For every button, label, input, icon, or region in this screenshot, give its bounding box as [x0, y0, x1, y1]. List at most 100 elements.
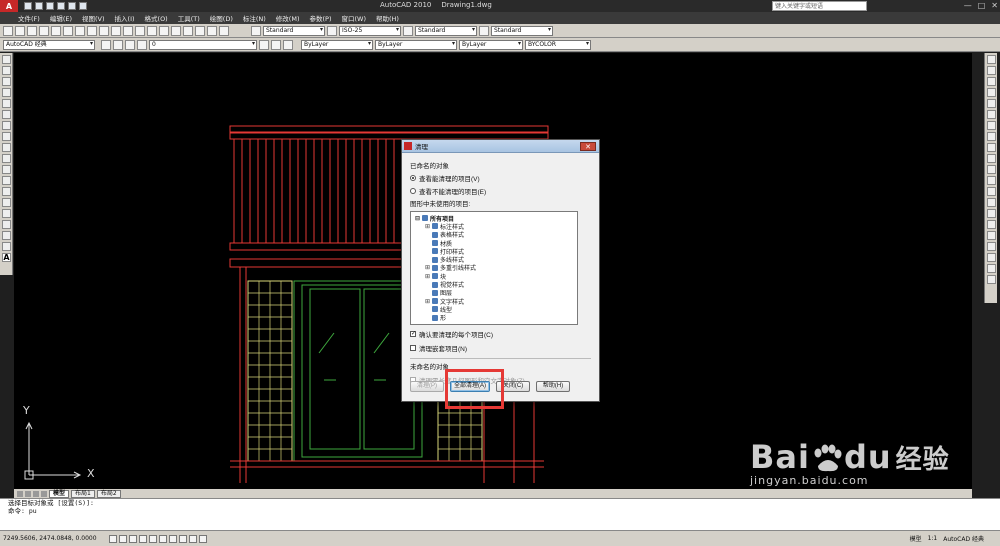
- circle-icon[interactable]: [2, 121, 11, 130]
- table-style-select[interactable]: Standard: [415, 25, 477, 36]
- table-icon[interactable]: [2, 242, 11, 251]
- draw-order-icon[interactable]: [987, 242, 996, 251]
- expander-icon[interactable]: ⊞: [425, 223, 430, 230]
- radio-can-purge[interactable]: 查看能清理的项目(V): [410, 173, 591, 183]
- print-icon[interactable]: [39, 25, 49, 36]
- open-file-icon[interactable]: [35, 2, 43, 10]
- design-center-icon[interactable]: [195, 25, 205, 36]
- plot-icon[interactable]: [79, 2, 87, 10]
- model-space-label[interactable]: 模型: [910, 534, 922, 543]
- save-icon[interactable]: [46, 2, 54, 10]
- layer-state-icon[interactable]: [283, 39, 293, 50]
- mirror-icon[interactable]: [987, 77, 996, 86]
- chamfer-icon[interactable]: [987, 209, 996, 218]
- lineweight-select[interactable]: ByLayer: [459, 39, 523, 50]
- open-icon[interactable]: [15, 25, 25, 36]
- undo-icon[interactable]: [57, 2, 65, 10]
- make-current-layer-icon[interactable]: [259, 39, 269, 50]
- dialog-close-button[interactable]: ✕: [580, 142, 596, 151]
- menu-parametric[interactable]: 参数(P): [309, 13, 331, 23]
- extend-icon[interactable]: [987, 165, 996, 174]
- trim-icon[interactable]: [987, 154, 996, 163]
- scale-icon[interactable]: [987, 132, 996, 141]
- new-file-icon[interactable]: [24, 2, 32, 10]
- ellipse-arc-icon[interactable]: [2, 165, 11, 174]
- insert-block-icon[interactable]: [2, 176, 11, 185]
- revision-cloud-icon[interactable]: [2, 132, 11, 141]
- layer-previous-icon[interactable]: [271, 39, 281, 50]
- otrack-icon[interactable]: [158, 534, 167, 543]
- command-line[interactable]: 选择目标对象或 [设置(S)]: 命令: pu: [0, 498, 1000, 530]
- new-icon[interactable]: [3, 25, 13, 36]
- tab-next-icon[interactable]: [33, 490, 39, 497]
- layer-select[interactable]: 0: [149, 39, 257, 50]
- undo-icon[interactable]: [111, 25, 121, 36]
- sun-icon[interactable]: [125, 39, 135, 50]
- expander-icon[interactable]: ⊞: [425, 298, 430, 305]
- quick-properties-icon[interactable]: [198, 534, 207, 543]
- explode-icon[interactable]: [987, 231, 996, 240]
- checkbox[interactable]: [410, 345, 416, 351]
- checkbox-purge-nested[interactable]: 清理嵌套项目(N): [410, 343, 591, 353]
- ellipse-icon[interactable]: [2, 154, 11, 163]
- fillet-icon[interactable]: [987, 220, 996, 229]
- hatch-icon[interactable]: [2, 209, 11, 218]
- tab-last-icon[interactable]: [41, 490, 47, 497]
- gradient-icon[interactable]: [2, 220, 11, 229]
- lightbulb-icon[interactable]: [113, 39, 123, 50]
- expander-icon[interactable]: ⊞: [425, 264, 430, 271]
- radio-cannot-purge[interactable]: 查看不能清理的项目(E): [410, 186, 591, 196]
- pan-icon[interactable]: [135, 25, 145, 36]
- tab-model[interactable]: 模型: [49, 489, 70, 498]
- help-button[interactable]: 帮助(H): [536, 381, 570, 392]
- lineweight-icon[interactable]: [188, 534, 197, 543]
- menu-insert[interactable]: 插入(I): [115, 13, 135, 23]
- search-input[interactable]: 键入关键字或短语: [772, 1, 867, 11]
- draw-order-front-icon[interactable]: [987, 253, 996, 262]
- line-icon[interactable]: [2, 55, 11, 64]
- tab-prev-icon[interactable]: [25, 490, 31, 497]
- make-block-icon[interactable]: [2, 187, 11, 196]
- rectangle-icon[interactable]: [2, 99, 11, 108]
- menu-format[interactable]: 格式(O): [145, 13, 168, 23]
- zoom-realtime-icon[interactable]: [147, 25, 157, 36]
- draw-order-back-icon[interactable]: [987, 264, 996, 273]
- mleader-style-select[interactable]: Standard: [491, 25, 553, 36]
- menu-modify[interactable]: 修改(M): [276, 13, 300, 23]
- redo-icon[interactable]: [68, 2, 76, 10]
- ortho-icon[interactable]: [128, 534, 137, 543]
- join-icon[interactable]: [987, 198, 996, 207]
- text-style-select[interactable]: Standard: [263, 25, 325, 36]
- properties-icon[interactable]: [183, 25, 193, 36]
- construction-line-icon[interactable]: [2, 66, 11, 75]
- region-icon[interactable]: [2, 231, 11, 240]
- menu-help[interactable]: 帮助(H): [376, 13, 399, 23]
- snap-icon[interactable]: [108, 534, 117, 543]
- break-at-point-icon[interactable]: [987, 176, 996, 185]
- cut-icon[interactable]: [63, 25, 73, 36]
- tool-palettes-icon[interactable]: [207, 25, 217, 36]
- grid-icon[interactable]: [118, 534, 127, 543]
- workspace-select[interactable]: AutoCAD 经典: [3, 39, 95, 50]
- polar-icon[interactable]: [138, 534, 147, 543]
- copy-icon[interactable]: [75, 25, 85, 36]
- close-window-button[interactable]: ✕: [991, 1, 998, 10]
- color-select[interactable]: ByLayer: [301, 39, 373, 50]
- tab-layout2[interactable]: 布局2: [96, 489, 121, 498]
- maximize-button[interactable]: □: [978, 1, 986, 10]
- polyline-icon[interactable]: [2, 77, 11, 86]
- menu-tools[interactable]: 工具(T): [178, 13, 200, 23]
- draw-order-above-icon[interactable]: [987, 275, 996, 284]
- menu-view[interactable]: 视图(V): [82, 13, 105, 23]
- workspace-switch[interactable]: AutoCAD 经典: [943, 534, 984, 543]
- plotstyle-select[interactable]: BYCOLOR: [525, 39, 591, 50]
- annotation-scale[interactable]: 1:1: [928, 535, 938, 542]
- save-icon[interactable]: [27, 25, 37, 36]
- radio-button[interactable]: [410, 188, 416, 194]
- mtext-icon[interactable]: A: [2, 253, 11, 262]
- paste-icon[interactable]: [87, 25, 97, 36]
- point-icon[interactable]: [2, 198, 11, 207]
- help-icon[interactable]: [219, 25, 229, 36]
- spline-icon[interactable]: [2, 143, 11, 152]
- unused-items-tree[interactable]: ⊟ 所有项目 ⊞ 标注样式 表格样式 材质 打印样式 多线样式 ⊞ 多重引线样式 ⊞ 块…: [410, 211, 578, 325]
